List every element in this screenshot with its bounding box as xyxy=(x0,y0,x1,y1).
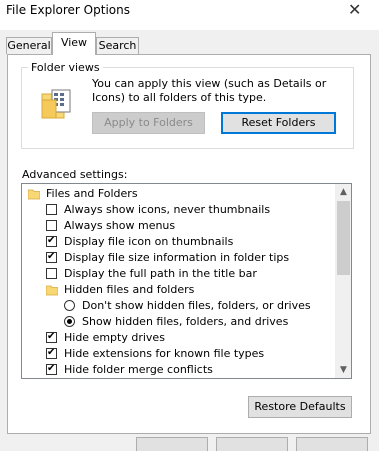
folder-icon xyxy=(46,285,58,296)
option-label: Hide extensions for known file types xyxy=(64,347,265,360)
radio-button-selected[interactable] xyxy=(64,316,75,327)
title-bar: File Explorer Options ✕ xyxy=(0,0,379,30)
cancel-button-partial[interactable] xyxy=(216,437,288,451)
checkbox[interactable] xyxy=(46,220,57,231)
tab-general[interactable]: General xyxy=(6,37,52,54)
option-label: Don't show hidden files, folders, or dri… xyxy=(82,299,311,312)
checkbox[interactable] xyxy=(46,204,57,215)
checkmark-icon: ✔ xyxy=(47,251,56,262)
checkbox-checked[interactable]: ✔ xyxy=(46,363,57,375)
option-label: Always show icons, never thumbnails xyxy=(64,203,271,216)
apply-button-partial[interactable] xyxy=(296,437,368,451)
option-label: Display the full path in the title bar xyxy=(64,267,257,280)
checkmark-icon: ✔ xyxy=(47,363,56,374)
advanced-settings-label: Advanced settings: xyxy=(22,168,128,181)
tab-search[interactable]: Search xyxy=(96,37,139,54)
scroll-down-icon[interactable]: ▼ xyxy=(335,362,351,378)
apply-to-folders-button[interactable]: Apply to Folders xyxy=(92,112,205,134)
option-label: Display file size information in folder … xyxy=(64,251,290,264)
tab-view[interactable]: View xyxy=(52,32,96,55)
tree-folder-label: Files and Folders xyxy=(46,187,138,200)
checkbox[interactable] xyxy=(46,268,57,279)
radio-button[interactable] xyxy=(64,300,75,311)
option-label: Show hidden files, folders, and drives xyxy=(82,315,289,328)
advanced-settings-list[interactable]: Files and Folders Always show icons, nev… xyxy=(21,183,352,379)
checkmark-icon: ✔ xyxy=(47,235,56,246)
radio-dot-icon xyxy=(67,319,72,324)
option-label: Hide folder merge conflicts xyxy=(64,363,213,376)
checkmark-icon: ✔ xyxy=(47,331,56,342)
folder-views-description: You can apply this view (such as Details… xyxy=(92,77,327,104)
checkbox-checked[interactable]: ✔ xyxy=(46,347,57,359)
vertical-scrollbar[interactable]: ▲ ▼ xyxy=(335,184,351,378)
option-label: Always show menus xyxy=(64,219,176,232)
folder-views-icon xyxy=(41,89,71,119)
option-label: Hide empty drives xyxy=(64,331,165,344)
checkbox-checked[interactable]: ✔ xyxy=(46,331,57,343)
reset-folders-button[interactable]: Reset Folders xyxy=(221,112,336,134)
tree-folder-label: Hidden files and folders xyxy=(64,283,195,296)
checkbox-checked[interactable]: ✔ xyxy=(46,235,57,247)
ok-button-partial[interactable] xyxy=(136,437,208,451)
restore-defaults-button[interactable]: Restore Defaults xyxy=(248,396,352,418)
window-title: File Explorer Options xyxy=(6,3,130,17)
option-label: Display file icon on thumbnails xyxy=(64,235,234,248)
folder-views-legend: Folder views xyxy=(28,61,103,74)
folder-icon xyxy=(28,189,40,200)
close-icon[interactable]: ✕ xyxy=(348,0,361,19)
checkmark-icon: ✔ xyxy=(47,347,56,358)
scroll-up-icon[interactable]: ▲ xyxy=(335,184,351,200)
checkbox-checked[interactable]: ✔ xyxy=(46,251,57,263)
scrollbar-thumb[interactable] xyxy=(337,201,350,275)
